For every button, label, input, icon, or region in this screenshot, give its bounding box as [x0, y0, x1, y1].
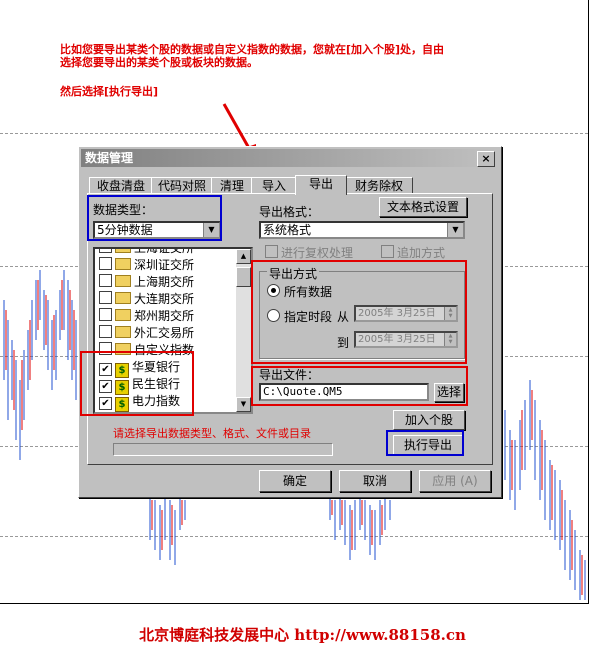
checkbox-icon[interactable]	[99, 308, 112, 321]
checkbox-icon[interactable]	[99, 249, 112, 253]
folder-icon	[115, 258, 131, 270]
checkbox-icon	[265, 245, 278, 258]
list-item[interactable]: 上海期交所	[99, 274, 194, 291]
scroll-thumb[interactable]	[236, 267, 251, 287]
highlight-execute-export	[386, 430, 464, 456]
export-format-select[interactable]: 系统格式 ▼	[259, 221, 465, 239]
cancel-button[interactable]: 取消	[339, 470, 411, 492]
folder-icon	[115, 292, 131, 304]
checkbox-icon[interactable]	[99, 257, 112, 270]
folder-icon	[115, 249, 131, 253]
tab-finance-rights[interactable]: 财务除权	[345, 177, 413, 194]
list-item[interactable]: 郑州期交所	[99, 308, 194, 325]
list-item[interactable]: 上海证交所	[99, 249, 194, 257]
list-item[interactable]: 外汇交易所	[99, 325, 194, 342]
checkbox-icon	[381, 245, 394, 258]
text-format-settings-button[interactable]: 文本格式设置	[379, 197, 467, 217]
list-scrollbar[interactable]: ▲ ▼	[236, 249, 251, 412]
checkbox-icon[interactable]	[99, 291, 112, 304]
folder-icon	[115, 326, 131, 338]
export-hint: 请选择导出数据类型、格式、文件或目录	[113, 427, 311, 440]
tab-close-clear[interactable]: 收盘清盘	[89, 177, 153, 194]
apply-button[interactable]: 应用 (A)	[419, 470, 491, 492]
append-mode-checkbox[interactable]: 追加方式	[381, 244, 445, 261]
checkbox-icon[interactable]	[99, 325, 112, 338]
highlight-selected-stocks	[80, 351, 194, 416]
close-button[interactable]: ×	[477, 151, 495, 167]
highlight-data-type	[87, 195, 222, 241]
annotation-line-3: 然后选择[执行导出]	[60, 85, 159, 98]
tab-import[interactable]: 导入	[251, 177, 297, 194]
checkbox-icon[interactable]	[99, 274, 112, 287]
tab-cleanup[interactable]: 清理	[211, 177, 253, 194]
add-stock-button[interactable]: 加入个股	[393, 410, 465, 430]
export-format-label: 导出格式：	[259, 205, 320, 219]
list-item[interactable]: 深圳证交所	[99, 257, 194, 274]
ok-button[interactable]: 确定	[259, 470, 331, 492]
chevron-down-icon[interactable]: ▼	[447, 223, 463, 237]
tab-code-mapping[interactable]: 代码对照	[151, 177, 213, 194]
export-format-value: 系统格式	[263, 223, 312, 237]
tab-export[interactable]: 导出	[295, 175, 347, 195]
dialog-title: 数据管理	[85, 151, 134, 165]
scroll-up-icon[interactable]: ▲	[236, 249, 251, 264]
dialog-titlebar: 数据管理 ×	[81, 149, 497, 167]
rights-adjust-checkbox[interactable]: 进行复权处理	[265, 244, 353, 261]
folder-icon	[115, 309, 131, 321]
folder-icon	[115, 275, 131, 287]
progress-bar	[113, 443, 333, 456]
annotation-line-2: 选择您要导出的某类个股或板块的数据。	[60, 56, 258, 69]
scroll-down-icon[interactable]: ▼	[236, 397, 251, 412]
highlight-export-file	[251, 366, 468, 406]
highlight-export-mode	[251, 260, 467, 364]
list-item[interactable]: 大连期交所	[99, 291, 194, 308]
footer-text: 北京博庭科技发展中心 http://www.88158.cn	[139, 626, 466, 644]
